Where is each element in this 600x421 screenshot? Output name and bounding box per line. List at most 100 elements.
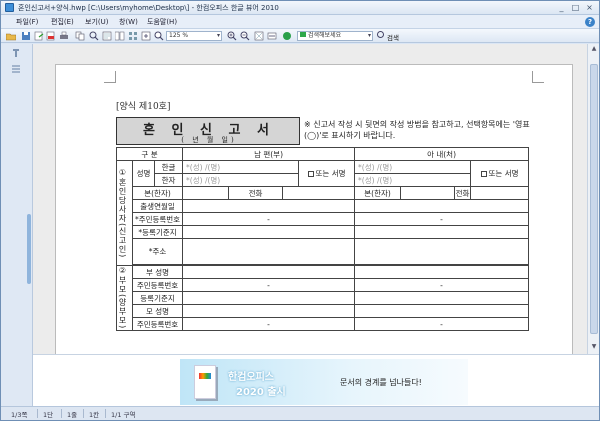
- husband-mother-resident-field[interactable]: -: [182, 317, 356, 331]
- ad-line1: 한컴오피스: [228, 372, 274, 383]
- husband-birth-field[interactable]: [182, 199, 356, 213]
- pdf-icon[interactable]: [46, 31, 56, 41]
- maximize-button[interactable]: □: [569, 2, 582, 13]
- search-button[interactable]: 검색: [377, 31, 405, 42]
- wife-origin-field[interactable]: [400, 186, 456, 200]
- husband-registry-field[interactable]: [182, 225, 356, 239]
- wife-sign-cell[interactable]: 또는 서명: [470, 160, 530, 187]
- menu-help[interactable]: 도움말(H): [147, 17, 177, 27]
- surname-hint: *(성): [358, 162, 375, 172]
- wife-hanja-field[interactable]: *(성) /(명): [354, 173, 472, 187]
- husband-hanja-field[interactable]: *(성) /(명): [182, 173, 300, 187]
- document-area[interactable]: [양식 제10호] 혼 인 신 고 서 ( 년 월 일) ※ 신고서 작성 시 …: [33, 44, 587, 354]
- husband-father-resident-field[interactable]: -: [182, 278, 356, 292]
- wife-father-field[interactable]: [354, 265, 530, 279]
- fit-width-icon[interactable]: [267, 31, 277, 41]
- husband-father-registry-field[interactable]: [182, 291, 356, 305]
- crop-mark: [104, 71, 116, 83]
- husband-father-field[interactable]: [182, 265, 356, 279]
- zoom-out-icon[interactable]: [240, 31, 250, 41]
- save-icon[interactable]: [21, 31, 31, 41]
- checkbox-icon[interactable]: [480, 171, 487, 177]
- table-row: ①혼인당사자(신고인) 성명 한글 *(성) /(명) 또는 서명 *(성) /…: [116, 160, 530, 266]
- status-page: 1/3쪽: [11, 411, 28, 419]
- table-row: *등록기준지: [117, 225, 530, 239]
- husband-origin-field[interactable]: [182, 186, 230, 200]
- section-parents-label: ②부모(양부모): [118, 266, 127, 330]
- search-button-label: 검색: [387, 34, 399, 42]
- rail-splitter[interactable]: [27, 214, 31, 284]
- ad-banner[interactable]: 한컴오피스 2020 출시 문서의 경계를 넘나들다!: [180, 359, 468, 405]
- husband-mother-field[interactable]: [182, 304, 356, 318]
- wife-phone-field[interactable]: [470, 186, 530, 200]
- wife-mother-resident-field[interactable]: -: [354, 317, 530, 331]
- page-layout-icon[interactable]: [102, 31, 112, 41]
- scroll-thumb[interactable]: [590, 64, 598, 334]
- husband-hangul-field[interactable]: *(성) /(명): [182, 160, 300, 174]
- close-button[interactable]: ×: [583, 2, 596, 13]
- pin-icon[interactable]: [10, 48, 22, 58]
- husband-resident-no-field[interactable]: -: [182, 212, 356, 226]
- husband-address-field[interactable]: [182, 238, 356, 265]
- table-row: 등록기준지: [117, 291, 530, 305]
- wife-birth-field[interactable]: [354, 199, 530, 213]
- menu-view[interactable]: 보기(U): [85, 17, 108, 27]
- document-page: [양식 제10호] 혼 인 신 고 서 ( 년 월 일) ※ 신고서 작성 시 …: [55, 64, 573, 354]
- title-bar: 혼인신고서+양식.hwp [C:\Users\myhome\Desktop\] …: [1, 1, 599, 15]
- scroll-down-icon[interactable]: ▼: [588, 342, 600, 352]
- vertical-scrollbar[interactable]: ▲ ▼: [587, 44, 599, 354]
- resident-no-label: *주민등록번호: [131, 212, 184, 226]
- mother-name-label: 모 성명: [131, 304, 184, 318]
- menu-file[interactable]: 파일(F): [16, 17, 38, 27]
- zoom-in-icon[interactable]: [227, 31, 237, 41]
- viewer-window: 혼인신고서+양식.hwp [C:\Users\myhome\Desktop\] …: [0, 0, 600, 421]
- search-input[interactable]: 검색해보세요 ▾: [297, 31, 373, 41]
- fit-icon[interactable]: [141, 31, 151, 41]
- husband-phone-field[interactable]: [282, 186, 356, 200]
- print-icon[interactable]: [59, 31, 69, 41]
- surname-hint: *(성): [186, 162, 203, 172]
- header-husband: 남 편(부): [182, 147, 356, 161]
- wife-father-resident-field[interactable]: -: [354, 278, 530, 292]
- table-row: *주민등록번호 - -: [117, 212, 530, 226]
- minimize-button[interactable]: _: [555, 2, 568, 13]
- divider: [61, 409, 62, 418]
- hangul-label: 한글: [153, 160, 184, 174]
- find-icon[interactable]: [89, 31, 99, 41]
- form-number: [양식 제10호]: [116, 102, 171, 112]
- zoom-select[interactable]: 125 % ▾: [166, 31, 222, 41]
- highlight-icon[interactable]: [282, 31, 292, 41]
- mother-resident-label: 주민등록번호: [131, 317, 184, 331]
- wife-hangul-field[interactable]: *(성) /(명): [354, 160, 472, 174]
- crop-mark: [532, 71, 544, 83]
- name-label: 성명: [132, 160, 155, 187]
- wife-address-field[interactable]: [354, 238, 530, 265]
- wife-registry-field[interactable]: [354, 225, 530, 239]
- left-rail: [1, 44, 33, 406]
- fit-page-icon[interactable]: [254, 31, 264, 41]
- export-icon[interactable]: [34, 31, 44, 41]
- help-icon[interactable]: ?: [585, 17, 595, 27]
- grid-view-icon[interactable]: [128, 31, 138, 41]
- wife-mother-field[interactable]: [354, 304, 530, 318]
- outline-icon[interactable]: [10, 64, 22, 74]
- wife-father-registry-field[interactable]: [354, 291, 530, 305]
- sign-or-label: 또는 서명: [315, 169, 346, 178]
- search-placeholder: 검색해보세요: [308, 32, 342, 39]
- menu-window[interactable]: 창(W): [119, 17, 138, 27]
- husband-sign-cell[interactable]: 또는 서명: [298, 160, 356, 187]
- copy-icon[interactable]: [75, 31, 85, 41]
- menu-edit[interactable]: 편집(E): [51, 17, 74, 27]
- table-row: 모 성명: [117, 304, 530, 318]
- header-category: 구 분: [115, 147, 184, 161]
- checkbox-icon[interactable]: [307, 171, 314, 177]
- father-resident-label: 주민등록번호: [131, 278, 184, 292]
- product-box-icon: [194, 365, 216, 399]
- scroll-up-icon[interactable]: ▲: [588, 44, 600, 54]
- toolbar: 125 % ▾ 검색해보세요 ▾ 검색: [1, 29, 599, 43]
- zoom-search-icon[interactable]: [154, 31, 164, 41]
- two-page-icon[interactable]: [115, 31, 125, 41]
- open-folder-icon[interactable]: [6, 31, 16, 41]
- sign-or-label: 또는 서명: [488, 169, 519, 178]
- wife-resident-no-field[interactable]: -: [354, 212, 530, 226]
